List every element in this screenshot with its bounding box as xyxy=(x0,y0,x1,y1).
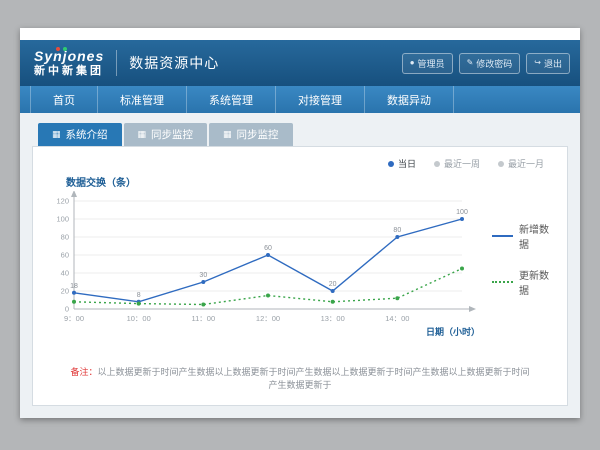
nav-item-home-label: 首页 xyxy=(53,92,75,108)
filter-last-month[interactable]: 最近一月 xyxy=(498,157,544,170)
tab-sync-monitor-1[interactable]: ▦ 同步监控 xyxy=(124,123,208,146)
svg-text:13：00: 13：00 xyxy=(321,314,345,323)
svg-text:10：00: 10：00 xyxy=(127,314,151,323)
svg-text:40: 40 xyxy=(61,269,69,278)
footnote-prefix: 备注： xyxy=(70,367,97,377)
nav-item-docking-management[interactable]: 对接管理 xyxy=(276,86,365,113)
nav-item-system-label: 系统管理 xyxy=(209,92,253,108)
svg-text:60: 60 xyxy=(264,245,272,252)
content-area: ▦ 系统介绍 ▦ 同步监控 ▦ 同步监控 当日 最近一周 xyxy=(20,113,580,418)
svg-text:120: 120 xyxy=(56,197,69,206)
nav-item-system-management[interactable]: 系统管理 xyxy=(187,86,276,113)
svg-text:80: 80 xyxy=(61,233,69,242)
legend-update-data-label: 更新数据 xyxy=(519,267,554,297)
filter-today-dot-icon xyxy=(388,161,394,167)
svg-text:80: 80 xyxy=(393,227,401,234)
admin-user-button[interactable]: ● 管理员 xyxy=(402,53,453,74)
tab-system-intro[interactable]: ▦ 系统介绍 xyxy=(38,123,122,146)
svg-text:14：00: 14：00 xyxy=(385,314,409,323)
legend-update-data: 更新数据 xyxy=(492,267,554,297)
tab-bar: ▦ 系统介绍 ▦ 同步监控 ▦ 同步监控 xyxy=(32,123,568,146)
svg-text:18: 18 xyxy=(70,283,78,290)
edit-password-icon: ✎ xyxy=(467,59,474,67)
grid-icon: ▦ xyxy=(52,130,61,139)
filter-today-label: 当日 xyxy=(398,157,416,170)
filter-last-month-label: 最近一月 xyxy=(508,157,544,170)
logo-red-dot xyxy=(56,47,60,51)
main-nav: 首页 标准管理 系统管理 对接管理 数据异动 xyxy=(20,86,580,113)
change-password-label: 修改密码 xyxy=(476,57,512,70)
filter-last-week-label: 最近一周 xyxy=(444,157,480,170)
logo-text: Synjones xyxy=(34,49,104,63)
svg-text:30: 30 xyxy=(199,272,207,279)
filter-today[interactable]: 当日 xyxy=(388,157,416,170)
grid-icon: ▦ xyxy=(138,130,147,139)
svg-text:11：00: 11：00 xyxy=(192,314,216,323)
footnote-text: 以上数据更新于时间产生数据以上数据更新于时间产生数据以上数据更新于时间产生数据以… xyxy=(98,367,530,390)
nav-item-docking-label: 对接管理 xyxy=(298,92,342,108)
nav-item-standard-management[interactable]: 标准管理 xyxy=(98,86,187,113)
svg-text:60: 60 xyxy=(61,251,69,260)
grid-icon: ▦ xyxy=(223,130,232,139)
filter-last-month-dot-icon xyxy=(498,161,504,167)
chart-row: 0 20 40 60 80 100 120 9：00 10：00 11：00 12：00 13：00 1… xyxy=(46,191,554,341)
y-axis-title: 数据交换（条） xyxy=(66,174,554,189)
period-filter-legend: 当日 最近一周 最近一月 xyxy=(46,157,554,170)
nav-item-data-change[interactable]: 数据异动 xyxy=(365,86,454,113)
series-legend: 新增数据 更新数据 xyxy=(492,221,554,297)
header-actions: ● 管理员 ✎ 修改密码 ↪ 退出 xyxy=(402,53,570,74)
logo-subtext: 新中新集团 xyxy=(34,66,104,77)
tab-system-intro-label: 系统介绍 xyxy=(66,127,108,142)
svg-text:12：00: 12：00 xyxy=(256,314,280,323)
nav-item-data-change-label: 数据异动 xyxy=(387,92,431,108)
app-window: Synjones 新中新集团 数据资源中心 ● 管理员 ✎ 修改密码 ↪ 退出 … xyxy=(20,28,580,418)
svg-text:9：00: 9：00 xyxy=(64,314,84,323)
filter-last-week[interactable]: 最近一周 xyxy=(434,157,480,170)
filter-last-week-dot-icon xyxy=(434,161,440,167)
chart-panel: 当日 最近一周 最近一月 数据交换（条） 0 20 40 60 80 100 120 9：00… xyxy=(32,146,568,406)
logout-label: 退出 xyxy=(544,57,562,70)
logo-green-dot xyxy=(63,47,67,51)
svg-text:20: 20 xyxy=(329,281,337,288)
svg-text:8: 8 xyxy=(137,292,141,299)
nav-item-standard-label: 标准管理 xyxy=(120,92,164,108)
svg-text:日期（小时）: 日期（小时） xyxy=(426,326,480,337)
footnote: 备注：以上数据更新于时间产生数据以上数据更新于时间产生数据以上数据更新于时间产生… xyxy=(46,365,554,395)
tab-sync-monitor-2[interactable]: ▦ 同步监控 xyxy=(209,123,293,146)
tab-sync-monitor-1-label: 同步监控 xyxy=(151,127,193,142)
svg-text:20: 20 xyxy=(61,287,69,296)
legend-new-data: 新增数据 xyxy=(492,221,554,251)
user-icon: ● xyxy=(410,59,415,67)
svg-text:100: 100 xyxy=(456,209,468,216)
company-logo: Synjones 新中新集团 xyxy=(34,49,104,77)
update-data-line-sample-icon xyxy=(492,281,513,283)
tab-sync-monitor-2-label: 同步监控 xyxy=(237,127,279,142)
page-title: 数据资源中心 xyxy=(129,53,219,73)
admin-user-label: 管理员 xyxy=(418,57,445,70)
logout-icon: ↪ xyxy=(534,59,541,67)
data-exchange-line-chart: 0 20 40 60 80 100 120 9：00 10：00 11：00 12：00 13：00 1… xyxy=(46,191,490,341)
new-data-line-sample-icon xyxy=(492,235,513,237)
window-top-strip xyxy=(20,28,580,40)
nav-item-home[interactable]: 首页 xyxy=(30,86,98,113)
change-password-button[interactable]: ✎ 修改密码 xyxy=(459,53,521,74)
legend-new-data-label: 新增数据 xyxy=(519,221,554,251)
logout-button[interactable]: ↪ 退出 xyxy=(526,53,570,74)
svg-text:0: 0 xyxy=(65,305,69,314)
header-divider xyxy=(116,50,117,76)
app-header: Synjones 新中新集团 数据资源中心 ● 管理员 ✎ 修改密码 ↪ 退出 xyxy=(20,40,580,86)
svg-text:100: 100 xyxy=(56,215,69,224)
